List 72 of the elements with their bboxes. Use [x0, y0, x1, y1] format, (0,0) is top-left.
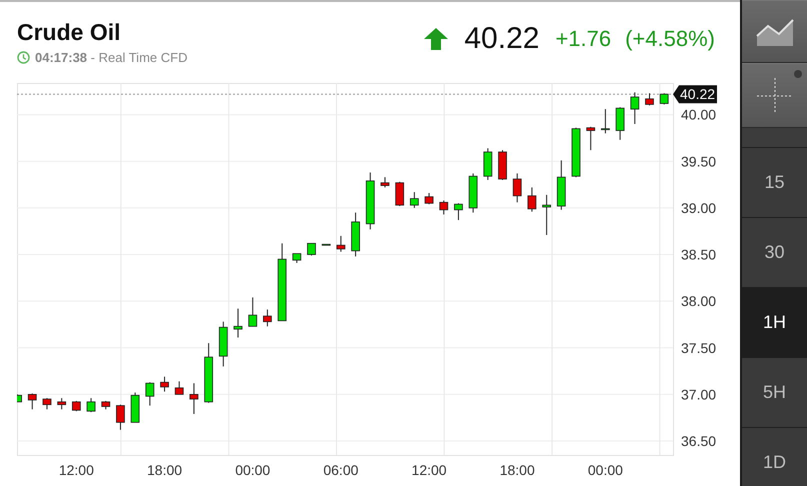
price-axis-label: 37.50	[681, 340, 716, 356]
candlestick	[351, 212, 360, 257]
price-axis-label: 39.00	[681, 200, 716, 216]
percent-change: (+4.58%)	[625, 26, 715, 52]
candlestick	[86, 398, 96, 413]
price-axis-label: 37.00	[681, 386, 716, 402]
candlestick	[616, 106, 624, 140]
candlestick	[380, 176, 390, 188]
time-axis-label: 00:00	[588, 462, 623, 478]
candlestick	[174, 380, 184, 395]
crosshair-icon	[756, 78, 792, 114]
price-axis-label: 36.50	[681, 433, 716, 450]
candlestick	[556, 160, 566, 210]
chart-type-button[interactable]	[742, 0, 807, 63]
candlestick	[336, 235, 346, 252]
price-change: +1.76	[555, 26, 612, 52]
candlestick	[28, 392, 37, 410]
instrument-title: Crude Oil	[17, 19, 122, 46]
candlestick	[454, 202, 463, 221]
candlestick	[572, 127, 580, 178]
time-axis-label: 18:00	[500, 462, 535, 478]
candlestick	[160, 376, 169, 392]
candlestick	[145, 382, 154, 406]
candlestick	[322, 244, 331, 246]
candlestick	[204, 342, 214, 404]
price-axis-label: 39.50	[681, 153, 716, 170]
candlestick	[439, 200, 448, 215]
candlestick	[586, 126, 596, 151]
timeframe-tab[interactable]: 1H	[742, 288, 807, 358]
candlestick	[542, 194, 552, 236]
crosshair-button[interactable]	[742, 63, 807, 128]
candlestick	[630, 92, 640, 125]
candlestick	[528, 186, 536, 212]
indicator-dot	[794, 70, 802, 78]
price-axis-label: 38.50	[681, 246, 716, 263]
time-axis-label: 12:00	[412, 462, 447, 478]
candlestick	[234, 308, 242, 338]
time-axis-label: 12:00	[58, 462, 94, 478]
candlestick	[498, 150, 507, 180]
candlestick	[248, 296, 258, 327]
candlestick	[17, 394, 22, 402]
time-axis-label: 18:00	[147, 462, 182, 478]
candlestick	[190, 382, 198, 414]
candlestick	[410, 192, 419, 208]
price-axis-label: 38.00	[681, 293, 716, 310]
clock-icon	[17, 51, 30, 64]
price-axis-label: 40.00	[681, 106, 716, 123]
candlestick	[218, 321, 228, 367]
candlestick	[601, 108, 610, 134]
candlestick	[645, 92, 654, 106]
area-chart-icon	[754, 18, 794, 46]
candlestick	[263, 309, 272, 327]
candlestick	[366, 172, 375, 230]
time-axis-label: 06:00	[323, 462, 358, 478]
candlestick	[395, 181, 404, 207]
candlestick	[72, 400, 81, 412]
candlestick	[116, 404, 125, 430]
update-time: 04:17:38 - Real Time CFD	[35, 50, 188, 65]
candlestick	[57, 398, 66, 410]
last-price: 40.22	[464, 22, 540, 56]
candlestick	[512, 172, 522, 203]
candlestick	[483, 148, 492, 180]
candlestick	[42, 398, 52, 410]
candlestick	[660, 92, 669, 105]
candlestick	[130, 392, 140, 423]
price-tag: 40.22	[673, 85, 717, 104]
candlestick	[424, 192, 434, 205]
candlestick	[101, 400, 110, 410]
candlestick	[468, 172, 478, 214]
candlestick	[292, 253, 302, 264]
candlestick	[307, 242, 316, 256]
time-axis-label: 00:00	[235, 462, 270, 478]
